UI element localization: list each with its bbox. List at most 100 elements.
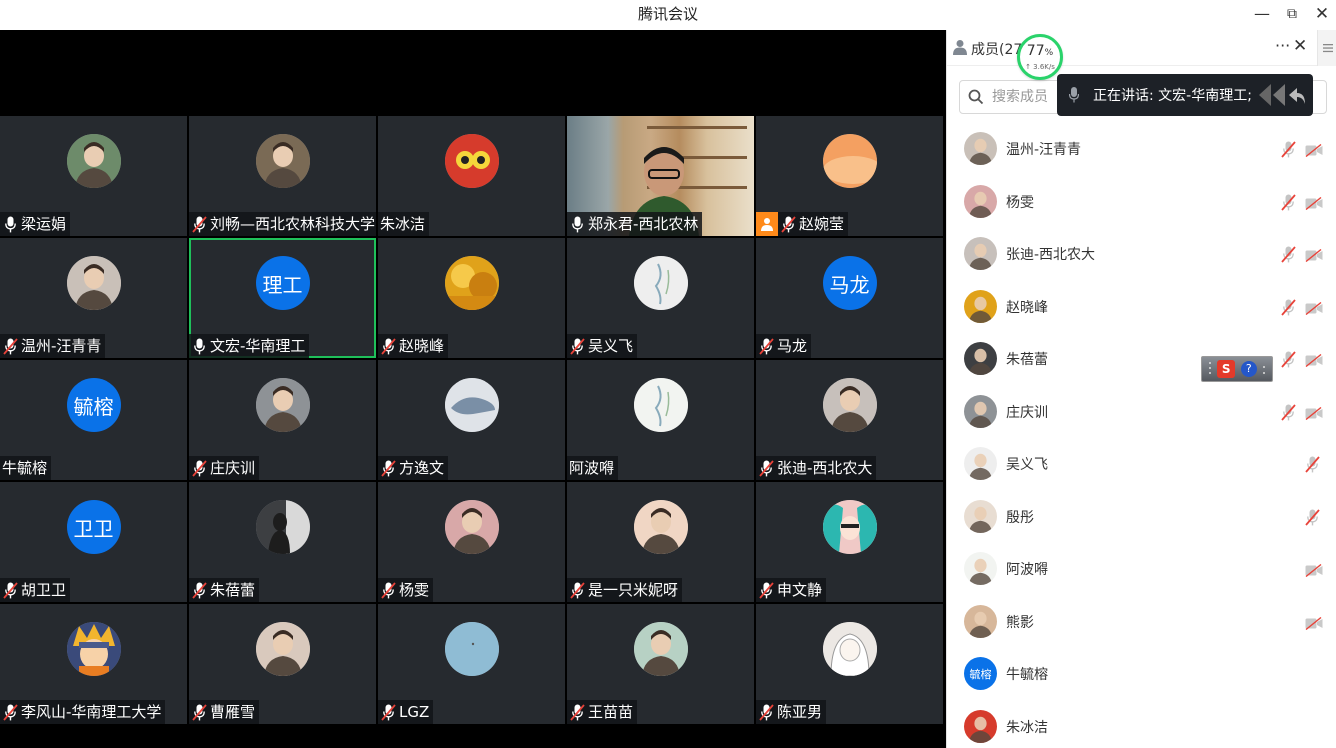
video-tile[interactable]: 庄庆训 xyxy=(189,360,376,480)
mic-muted-icon[interactable] xyxy=(1281,351,1296,372)
member-row[interactable]: 朱冰洁 xyxy=(947,702,1327,748)
video-tile[interactable]: 毓榕 牛毓榕 xyxy=(0,360,187,480)
video-tile[interactable]: 杨雯 xyxy=(378,482,565,602)
member-name: 赵晓峰 xyxy=(1006,299,1048,316)
member-row[interactable]: 阿波嘚 xyxy=(947,544,1327,596)
video-tile[interactable]: 朱冰洁 xyxy=(378,116,565,236)
participant-nameplate: 朱蓓蕾 xyxy=(189,578,260,602)
video-tile[interactable]: 张迪-西北农大 xyxy=(756,360,943,480)
member-row[interactable]: 张迪-西北农大 xyxy=(947,229,1327,281)
video-tile[interactable]: 是一只米妮呀 xyxy=(567,482,754,602)
video-tile[interactable]: 陈亚男 xyxy=(756,604,943,724)
participant-avatar: 马龙 xyxy=(822,256,877,310)
member-row[interactable]: 赵晓峰 xyxy=(947,282,1327,334)
video-tile[interactable]: 李风山-华南理工大学 xyxy=(0,604,187,724)
participant-nameplate: 方逸文 xyxy=(378,456,449,480)
camera-off-icon[interactable] xyxy=(1305,615,1323,634)
participant-avatar xyxy=(255,378,310,432)
member-row[interactable]: 温州-汪青青 xyxy=(947,124,1327,176)
member-name: 庄庆训 xyxy=(1006,404,1048,421)
ime-toolbar[interactable]: S ? xyxy=(1201,356,1273,382)
camera-off-icon[interactable] xyxy=(1305,195,1323,214)
video-tile[interactable]: 赵婉莹 xyxy=(756,116,943,236)
participant-avatar: 卫卫 xyxy=(66,500,121,554)
search-icon xyxy=(968,89,984,109)
mic-muted-icon[interactable] xyxy=(1305,508,1320,530)
video-tile[interactable]: 申文静 xyxy=(756,482,943,602)
member-name: 牛毓榕 xyxy=(1006,667,1048,683)
video-tile[interactable]: 卫卫 胡卫卫 xyxy=(0,482,187,602)
panel-menu-button[interactable] xyxy=(1317,30,1336,66)
member-row[interactable]: 庄庆训 xyxy=(947,387,1327,439)
video-tile[interactable]: LGZ xyxy=(378,604,565,724)
member-row[interactable]: 殷彤 xyxy=(947,492,1327,544)
member-name: 殷彤 xyxy=(1006,509,1034,526)
close-window-button[interactable]: ✕ xyxy=(1308,2,1336,26)
mic-muted-icon[interactable] xyxy=(1305,456,1320,477)
participant-name: 温州-汪青青 xyxy=(21,337,102,355)
video-tile[interactable]: 刘畅—西北农林科技大学 xyxy=(189,116,376,236)
mic-muted-icon[interactable] xyxy=(1281,298,1296,320)
mic-muted-icon[interactable] xyxy=(1281,141,1296,162)
video-tile[interactable]: 温州-汪青青 xyxy=(0,238,187,358)
mic-icon xyxy=(569,215,585,233)
participant-avatar xyxy=(633,500,688,554)
restore-button[interactable]: ⧉ xyxy=(1278,2,1306,26)
ime-help-icon[interactable]: ? xyxy=(1240,361,1257,377)
video-tile[interactable]: 梁运娟 xyxy=(0,116,187,236)
video-tile[interactable]: 阿波嘚 xyxy=(567,360,754,480)
camera-off-icon[interactable] xyxy=(1305,405,1323,424)
video-tile[interactable]: 王苗苗 xyxy=(567,604,754,724)
camera-off-icon[interactable] xyxy=(1305,247,1323,266)
more-options-button[interactable]: ··· xyxy=(1275,36,1290,55)
member-avatar xyxy=(964,132,997,165)
member-name: 朱冰洁 xyxy=(1006,719,1048,736)
video-tile[interactable]: 郑永君-西北农林 xyxy=(567,116,754,236)
participant-name: 张迪-西北农大 xyxy=(777,459,873,477)
mic-muted-icon[interactable] xyxy=(1281,193,1296,215)
close-panel-button[interactable]: ✕ xyxy=(1293,36,1307,56)
participant-nameplate: 赵晓峰 xyxy=(378,334,449,358)
mic-muted-icon xyxy=(569,337,585,355)
participant-avatar xyxy=(822,622,877,676)
participant-avatar xyxy=(444,256,499,310)
member-name: 朱蓓蕾 xyxy=(1006,352,1048,368)
camera-off-icon[interactable] xyxy=(1305,562,1323,581)
participant-name: 庄庆训 xyxy=(210,459,256,477)
member-avatar xyxy=(964,709,997,743)
mic-muted-icon xyxy=(780,215,796,233)
participant-nameplate: 郑永君-西北农林 xyxy=(567,212,703,236)
participant-name: 吴义飞 xyxy=(588,337,634,355)
participant-nameplate: 刘畅—西北农林科技大学 xyxy=(189,212,376,236)
video-tile[interactable]: 朱蓓蕾 xyxy=(189,482,376,602)
member-row[interactable]: 毓榕 牛毓榕 xyxy=(947,649,1327,701)
video-tile[interactable]: 马龙 马龙 xyxy=(756,238,943,358)
video-tile[interactable]: 曹雁雪 xyxy=(189,604,376,724)
participant-name: 牛毓榕 xyxy=(2,459,48,477)
mic-muted-icon[interactable] xyxy=(1281,246,1296,267)
participant-name: 赵婉莹 xyxy=(799,215,845,233)
video-tile[interactable]: 吴义飞 xyxy=(567,238,754,358)
member-avatar xyxy=(964,447,997,480)
video-tile[interactable]: 理工 文宏-华南理工 xyxy=(189,238,376,358)
participant-avatar xyxy=(66,256,121,310)
network-speed: ↑ 3.6K/s xyxy=(1025,63,1055,71)
video-tile[interactable]: 赵晓峰 xyxy=(378,238,565,358)
participant-avatar xyxy=(66,134,121,188)
camera-off-icon[interactable] xyxy=(1305,142,1323,161)
minimize-button[interactable]: — xyxy=(1248,2,1276,26)
video-tile[interactable]: 方逸文 xyxy=(378,360,565,480)
member-row[interactable]: 吴义飞 xyxy=(947,439,1327,491)
mic-muted-icon xyxy=(191,581,207,599)
member-row[interactable]: 熊影 xyxy=(947,597,1327,649)
camera-off-icon[interactable] xyxy=(1305,352,1323,371)
mic-muted-icon xyxy=(380,337,396,355)
participant-nameplate: 朱冰洁 xyxy=(378,212,430,236)
participant-nameplate: 吴义飞 xyxy=(567,334,638,358)
camera-off-icon[interactable] xyxy=(1305,300,1323,319)
member-row[interactable]: 杨雯 xyxy=(947,177,1327,229)
network-status-badge[interactable]: 77% ↑ 3.6K/s xyxy=(1017,34,1063,80)
ime-logo-icon[interactable]: S xyxy=(1217,360,1236,378)
mic-muted-icon[interactable] xyxy=(1281,403,1296,425)
ime-menu-icon[interactable] xyxy=(1262,360,1266,379)
